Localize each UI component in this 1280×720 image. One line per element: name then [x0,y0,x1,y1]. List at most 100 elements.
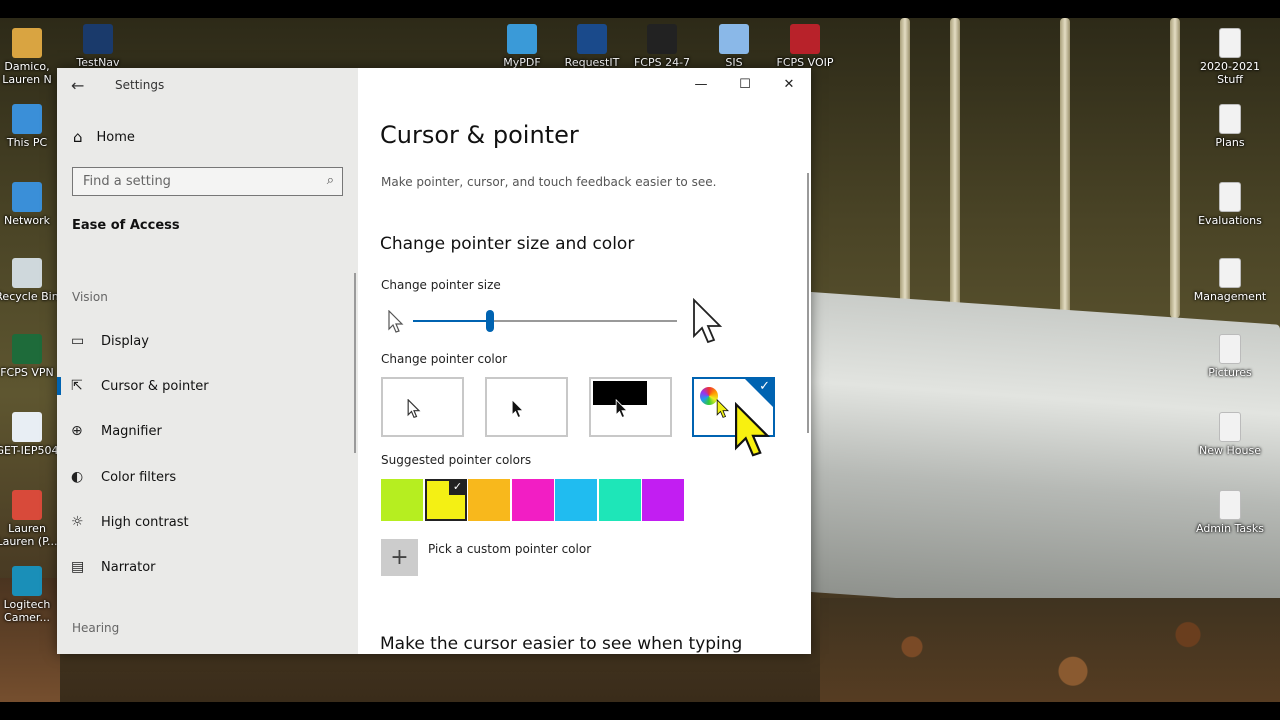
nav-item-magnifier[interactable]: ⊕ Magnifier [57,413,358,449]
desktop-icon-label: Plans [1215,136,1245,149]
wallpaper-stalk [950,18,960,338]
pointer-color-inverted[interactable] [589,377,672,437]
section-title-size-color: Change pointer size and color [380,234,635,254]
suggested-color-swatch[interactable] [511,479,554,521]
desktop-icon-top-4[interactable]: SIS [697,24,771,69]
suggested-color-swatch[interactable] [555,479,597,521]
vpn-icon [12,334,42,364]
desktop-icon-right-5[interactable]: New House [1193,412,1267,457]
wallpaper-stalk [900,18,910,318]
desktop-icon-right-1[interactable]: Plans [1193,104,1267,149]
title-bar: ← Settings [57,68,358,102]
nav-item-label: Magnifier [101,423,162,439]
page-title: Cursor & pointer [380,121,579,149]
desktop-icon-top-2[interactable]: RequestIT [555,24,629,69]
nav-home[interactable]: ⌂ Home [73,128,135,146]
desktop-icon-left-2[interactable]: Network [0,182,64,227]
nav-item-label: Color filters [101,469,177,485]
desktop-icon-label: Pictures [1208,366,1252,379]
pointer-size-label: Change pointer size [381,278,501,292]
desktop-icon-left-1[interactable]: This PC [0,104,64,149]
desktop-icon-left-4[interactable]: FCPS VPN [0,334,64,379]
desktop-icon-left-6[interactable]: Lauren Lauren (P... [0,490,64,548]
suggested-color-swatch[interactable]: ✓ [424,479,467,521]
custom-small-pointer-icon [716,399,730,418]
desktop-icon-right-0[interactable]: 2020-2021 Stuff [1193,28,1267,86]
color-filters-icon: ◐ [71,469,84,485]
pointer-color-white[interactable] [381,377,464,437]
nav-group-hearing: Hearing [72,621,120,635]
nav-item-label: Cursor & pointer [101,378,209,394]
document-icon [1219,104,1241,134]
nav-item-high-contrast[interactable]: ☼ High contrast [57,504,358,540]
recycle-bin-icon [12,258,42,288]
desktop-icon-top-0[interactable]: TestNav [61,24,135,69]
close-button[interactable]: ✕ [767,68,811,100]
suggested-color-swatch[interactable] [642,479,684,521]
document-icon [1219,412,1241,442]
settings-window: ← Settings ⌂ Home ⌕ Ease of Access Visio… [57,68,811,654]
book-icon [1219,490,1241,520]
nav-item-narrator[interactable]: ▤ Narrator [57,549,358,585]
pointer-color-black[interactable] [485,377,568,437]
desktop-icon-label: Management [1193,290,1267,303]
section-title-typing: Make the cursor easier to see when typin… [380,634,743,654]
desktop-icon-right-2[interactable]: Evaluations [1193,182,1267,227]
suggested-color-swatch[interactable] [381,479,423,521]
maximize-button[interactable]: ☐ [723,68,767,100]
nav-scrollbar[interactable] [354,273,356,453]
app-icon [12,412,42,442]
computer-icon [12,104,42,134]
home-icon: ⌂ [73,128,83,146]
document-icon [1219,28,1241,58]
minimize-button[interactable]: — [679,68,723,100]
nav-item-color-filters[interactable]: ◐ Color filters [57,459,358,495]
nav-item-display[interactable]: ▭ Display [57,323,358,359]
back-button[interactable]: ← [71,76,84,95]
nav-home-label: Home [96,129,135,145]
settings-nav-pane: ← Settings ⌂ Home ⌕ Ease of Access Visio… [57,68,358,654]
wallpaper-stalk [1060,18,1070,348]
camera-icon [12,566,42,596]
desktop-icon-label: Logitech Camer... [3,598,51,624]
desktop-icon-left-0[interactable]: Damico, Lauren N [0,28,64,86]
nav-item-label: Narrator [101,559,156,575]
app-title: Settings [115,78,165,92]
custom-color-label[interactable]: Pick a custom pointer color [428,542,591,556]
pointer-size-slider-fill [413,320,490,322]
pointer-size-slider-thumb[interactable] [485,310,494,332]
checkmark-icon: ✓ [759,379,770,394]
desktop-icon-top-3[interactable]: FCPS 24-7 [625,24,699,69]
desktop-icon-label: Recycle Bin [0,290,59,303]
document-icon [1219,334,1241,364]
large-yellow-pointer-icon [734,402,771,457]
custom-color-button[interactable]: + [381,539,418,576]
desktop-icon-label: FCPS VPN [0,366,54,379]
suggested-color-swatch[interactable] [598,479,641,521]
page-description: Make pointer, cursor, and touch feedback… [381,175,717,189]
black-pointer-icon [511,399,525,418]
caption-buttons: — ☐ ✕ [679,68,811,100]
desktop-icon-right-3[interactable]: Management [1193,258,1267,303]
document-icon [1219,258,1241,288]
white-pointer-icon [407,399,421,419]
desktop-icon-left-5[interactable]: GET-IEP504 [0,412,64,457]
search-input[interactable] [73,168,303,195]
desktop-icon-right-6[interactable]: Admin Tasks [1193,490,1267,535]
desktop-icon-right-4[interactable]: Pictures [1193,334,1267,379]
search-icon[interactable]: ⌕ [327,173,334,188]
content-scrollbar[interactable] [807,173,809,433]
suggested-colors-label: Suggested pointer colors [381,453,532,467]
blackboard-icon [647,24,677,54]
nav-item-label: High contrast [101,514,189,530]
nav-item-cursor-pointer[interactable]: ⇱ Cursor & pointer [57,368,358,404]
desktop-icon-label: GET-IEP504 [0,444,59,457]
wallpaper-stalk [1170,18,1180,318]
desktop-icon-left-7[interactable]: Logitech Camer... [0,566,64,624]
desktop-icon-top-1[interactable]: MyPDF [485,24,559,69]
user-folder-icon [12,28,42,58]
nav-item-label: Display [101,333,149,349]
desktop-icon-left-3[interactable]: Recycle Bin [0,258,64,303]
suggested-color-swatch[interactable] [468,479,510,521]
desktop-icon-top-5[interactable]: FCPS VOIP [768,24,842,69]
